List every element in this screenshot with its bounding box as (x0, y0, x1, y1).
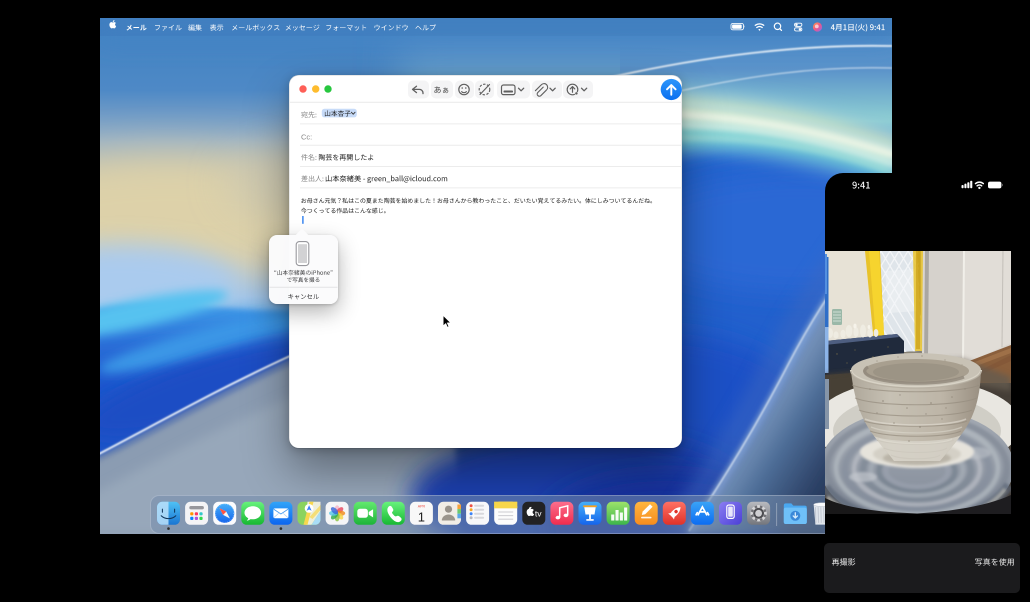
svg-text:APR: APR (418, 504, 426, 508)
svg-text:1: 1 (418, 509, 425, 524)
svg-text:Cc:: Cc: (301, 132, 312, 141)
svg-text:tv: tv (535, 508, 542, 518)
